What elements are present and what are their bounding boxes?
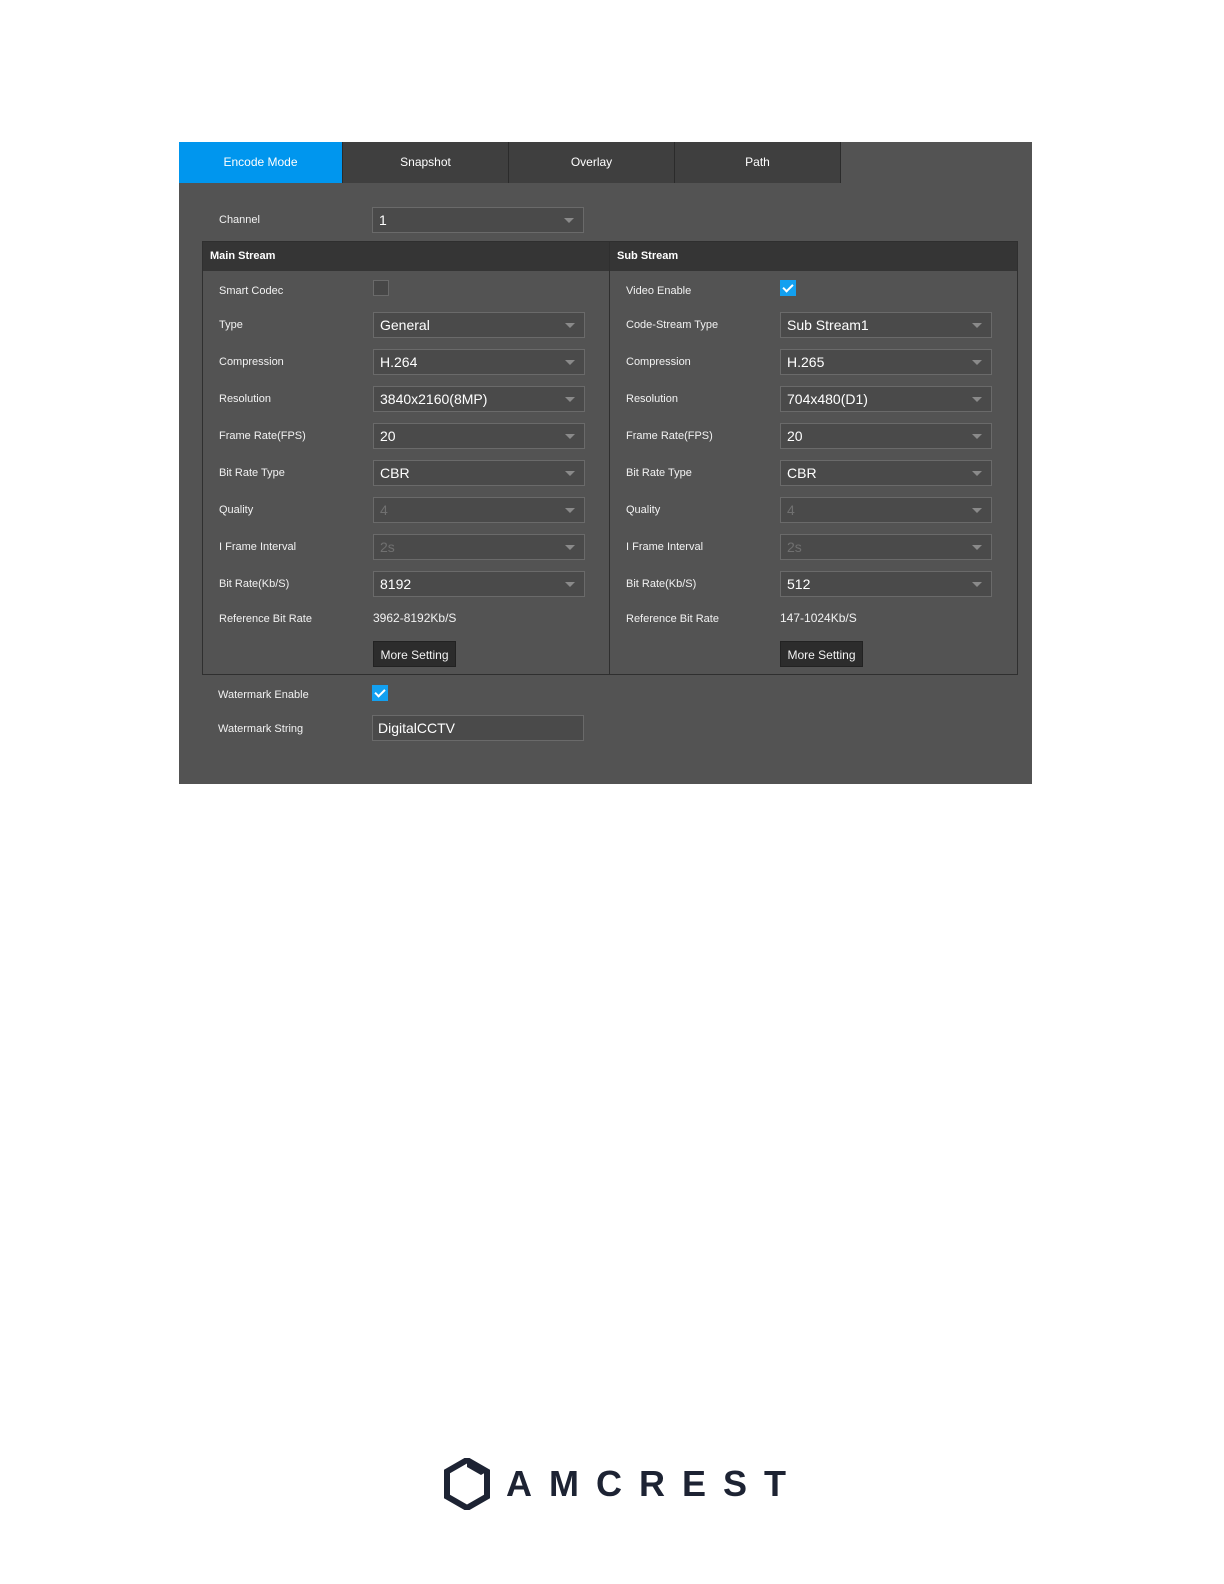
bit-rate-label: Bit Rate(Kb/S) xyxy=(219,578,290,590)
type-label: Type xyxy=(219,319,243,331)
chevron-down-icon xyxy=(565,545,575,550)
resolution-select[interactable]: 704x480(D1) xyxy=(780,386,992,412)
bit-rate-type-label: Bit Rate Type xyxy=(626,467,692,479)
compression-value: H.265 xyxy=(787,354,825,370)
resolution-select[interactable]: 3840x2160(8MP) xyxy=(373,386,585,412)
amcrest-hexagon-logo-icon xyxy=(444,1456,490,1512)
chevron-down-icon xyxy=(972,508,982,513)
i-frame-interval-select: 2s xyxy=(780,534,992,560)
smart-codec-checkbox[interactable] xyxy=(373,280,389,296)
chevron-down-icon xyxy=(564,218,574,223)
chevron-down-icon xyxy=(972,434,982,439)
watermark-enable-checkbox[interactable] xyxy=(372,685,388,701)
compression-label: Compression xyxy=(626,356,691,368)
code-stream-type-value: Sub Stream1 xyxy=(787,317,869,333)
watermark-string-label: Watermark String xyxy=(218,723,304,735)
frame-rate-select[interactable]: 20 xyxy=(780,423,992,449)
frame-rate-value: 20 xyxy=(380,428,396,444)
watermark-enable-label: Watermark Enable xyxy=(218,689,309,701)
type-value: General xyxy=(380,317,430,333)
chevron-down-icon xyxy=(972,582,982,587)
frame-rate-value: 20 xyxy=(787,428,803,444)
tab-overlay[interactable]: Overlay xyxy=(509,142,675,183)
main-stream-column: Main Stream Smart Codec Type General Com… xyxy=(203,242,609,674)
bit-rate-type-select[interactable]: CBR xyxy=(780,460,992,486)
stream-settings-table: Main Stream Smart Codec Type General Com… xyxy=(202,241,1018,675)
quality-value: 4 xyxy=(787,502,795,518)
bit-rate-type-value: CBR xyxy=(380,465,410,481)
code-stream-type-select[interactable]: Sub Stream1 xyxy=(780,312,992,338)
sub-stream-column: Sub Stream Video Enable Code-Stream Type… xyxy=(610,242,1017,674)
type-select[interactable]: General xyxy=(373,312,585,338)
channel-value: 1 xyxy=(379,212,387,228)
chevron-down-icon xyxy=(565,323,575,328)
chevron-down-icon xyxy=(972,360,982,365)
i-frame-interval-select: 2s xyxy=(373,534,585,560)
i-frame-interval-value: 2s xyxy=(787,539,802,555)
tab-encode-mode[interactable]: Encode Mode xyxy=(179,142,343,183)
reference-bit-rate-label: Reference Bit Rate xyxy=(219,613,312,625)
chevron-down-icon xyxy=(972,397,982,402)
code-stream-type-label: Code-Stream Type xyxy=(626,319,719,331)
compression-value: H.264 xyxy=(380,354,418,370)
reference-bit-rate-label: Reference Bit Rate xyxy=(626,613,719,625)
quality-value: 4 xyxy=(380,502,388,518)
sub-stream-header: Sub Stream xyxy=(610,242,1017,271)
quality-select: 4 xyxy=(373,497,585,523)
resolution-value: 704x480(D1) xyxy=(787,391,868,407)
resolution-label: Resolution xyxy=(626,393,678,405)
bit-rate-type-label: Bit Rate Type xyxy=(219,467,285,479)
chevron-down-icon xyxy=(565,471,575,476)
frame-rate-label: Frame Rate(FPS) xyxy=(219,430,306,442)
chevron-down-icon xyxy=(972,471,982,476)
amcrest-logo: AMCREST xyxy=(444,1456,786,1512)
compression-select[interactable]: H.265 xyxy=(780,349,992,375)
frame-rate-select[interactable]: 20 xyxy=(373,423,585,449)
smart-codec-label: Smart Codec xyxy=(219,285,284,297)
video-enable-label: Video Enable xyxy=(626,285,692,297)
compression-label: Compression xyxy=(219,356,284,368)
i-frame-interval-value: 2s xyxy=(380,539,395,555)
chevron-down-icon xyxy=(972,545,982,550)
bit-rate-type-select[interactable]: CBR xyxy=(373,460,585,486)
tab-snapshot[interactable]: Snapshot xyxy=(343,142,509,183)
i-frame-interval-label: I Frame Interval xyxy=(219,541,297,553)
resolution-value: 3840x2160(8MP) xyxy=(380,391,488,407)
resolution-label: Resolution xyxy=(219,393,271,405)
quality-label: Quality xyxy=(626,504,661,516)
chevron-down-icon xyxy=(565,582,575,587)
bit-rate-value: 512 xyxy=(787,576,811,592)
chevron-down-icon xyxy=(565,434,575,439)
channel-label: Channel xyxy=(219,214,260,226)
watermark-string-input[interactable]: DigitalCCTV xyxy=(372,715,584,741)
bit-rate-type-value: CBR xyxy=(787,465,817,481)
channel-select[interactable]: 1 xyxy=(372,207,584,233)
chevron-down-icon xyxy=(565,360,575,365)
bit-rate-label: Bit Rate(Kb/S) xyxy=(626,578,697,590)
more-setting-button[interactable]: More Setting xyxy=(373,641,456,667)
bit-rate-select[interactable]: 8192 xyxy=(373,571,585,597)
reference-bit-rate-value: 147-1024Kb/S xyxy=(780,611,857,625)
compression-select[interactable]: H.264 xyxy=(373,349,585,375)
quality-select: 4 xyxy=(780,497,992,523)
tab-path[interactable]: Path xyxy=(675,142,841,183)
frame-rate-label: Frame Rate(FPS) xyxy=(626,430,713,442)
chevron-down-icon xyxy=(972,323,982,328)
bit-rate-select[interactable]: 512 xyxy=(780,571,992,597)
encode-settings-panel: Encode Mode Snapshot Overlay Path Channe… xyxy=(179,142,1032,784)
chevron-down-icon xyxy=(565,397,575,402)
quality-label: Quality xyxy=(219,504,254,516)
video-enable-checkbox[interactable] xyxy=(780,280,796,296)
bit-rate-value: 8192 xyxy=(380,576,412,592)
amcrest-wordmark: AMCREST xyxy=(506,1463,803,1504)
more-setting-button[interactable]: More Setting xyxy=(780,641,863,667)
i-frame-interval-label: I Frame Interval xyxy=(626,541,704,553)
reference-bit-rate-value: 3962-8192Kb/S xyxy=(373,611,457,625)
tab-bar: Encode Mode Snapshot Overlay Path xyxy=(179,142,1032,183)
main-stream-header: Main Stream xyxy=(203,242,609,271)
chevron-down-icon xyxy=(565,508,575,513)
